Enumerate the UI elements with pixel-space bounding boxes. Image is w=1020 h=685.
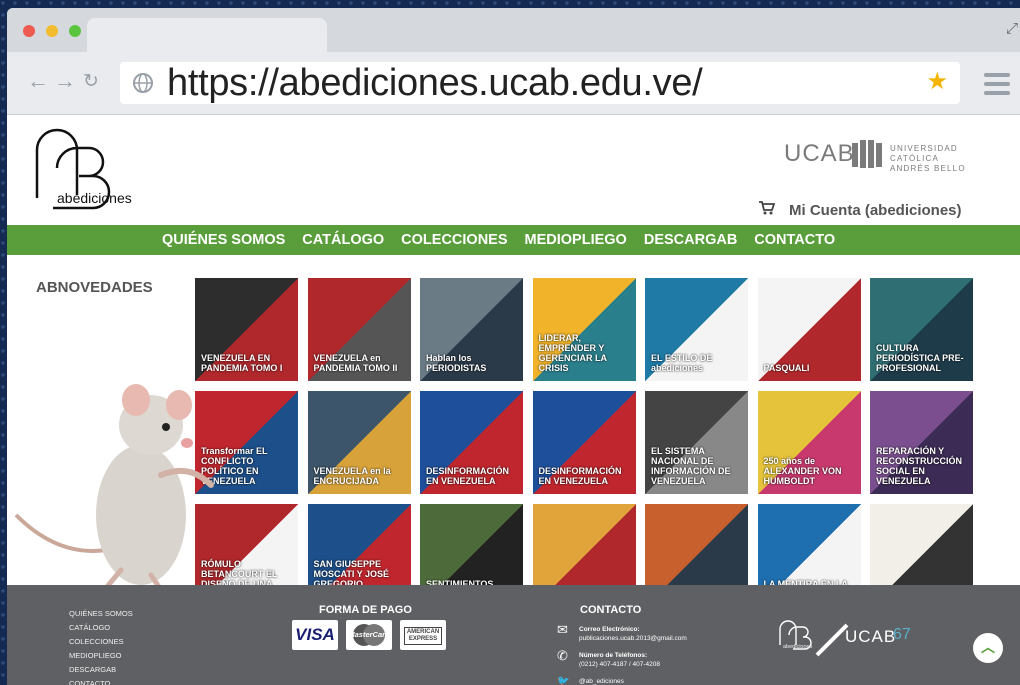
section-title: ABNOVEDADES [36,279,153,296]
nav-item-colecciones[interactable]: COLECCIONES [401,225,507,255]
phone-icon: ✆ [557,648,568,663]
logo-wordmark: abediciones [57,190,132,206]
amex-text: AMERICAN EXPRESS [404,627,442,645]
footer-67-text: 67 [893,626,911,643]
nav-item-contacto[interactable]: CONTACTO [754,225,835,255]
url-text[interactable]: https://abediciones.ucab.edu.ve/ [167,62,703,104]
bookmark-star-icon[interactable]: ★ [926,67,948,96]
ucab-logo[interactable]: UCAB UNIVERSIDAD CATÓLICA ANDRÉS BELLO [762,137,1002,174]
logo-ab-text: ab [57,190,73,206]
phone-label: Número de Teléfonos: [579,652,648,659]
cart-icon[interactable] [759,201,775,215]
reload-icon[interactable]: ↻ [83,70,99,93]
book-cover[interactable]: DESINFORMACIÓN EN VENEZUELA [420,391,523,494]
nav-item-descargab[interactable]: DESCARGAB [644,225,737,255]
web-page: abediciones UCAB UNIVERSIDAD CATÓLICA AND… [7,115,1020,685]
payment-title: FORMA DE PAGO [319,604,412,616]
tab-bar: ⤢ [7,8,1020,52]
twitter-handle[interactable]: @ab_ediciones [579,677,624,685]
book-cover-title: LIDERAR, EMPRENDER Y GERENCIAR LA CRISIS [538,333,607,373]
footer-link[interactable]: QUIÉNES SOMOS [69,607,133,621]
twitter-icon: 🐦 [557,676,570,685]
book-cover[interactable]: DESINFORMACIÓN EN VENEZUELA [532,391,636,494]
book-cover-title: EL ESTILO DE abediciones [651,353,713,373]
minimize-window-button[interactable] [46,25,58,37]
browser-tab[interactable] [87,18,327,52]
book-cover-title: 250 años de ALEXANDER VON HUMBOLDT [763,456,842,486]
book-cover-title: DESINFORMACIÓN EN VENEZUELA [426,466,509,486]
mastercard-card: MasterCard [346,620,392,650]
book-cover[interactable]: REPARACIÓN Y RECONSTRUCCIÓN SOCIAL EN VE… [870,391,973,494]
close-window-button[interactable] [23,25,35,37]
footer-ucab-text: UCAB [845,627,897,646]
browser-menu-icon[interactable] [984,73,1010,100]
book-cover-title: CULTURA PERIODÍSTICA PRE-PROFESIONAL [876,343,964,373]
phone-value: (0212) 407-4187 / 407-4208 [579,661,660,668]
address-bar[interactable]: https://abediciones.ucab.edu.ve/ ★ [120,62,960,104]
footer: QUIÉNES SOMOS CATÁLOGO COLECCIONES MEDIOPLI… [7,585,1020,685]
email-value[interactable]: publicaciones.ucab.2013@gmail.com [579,635,687,642]
logo-ediciones-text: ediciones [72,190,132,206]
nav-item-qui-nes-somos[interactable]: QUIÉNES SOMOS [162,225,285,255]
footer-logos: abediciones UCAB 67 [777,617,917,657]
visa-card: VISA [292,620,338,650]
ucab-columns-icon [852,140,882,168]
ucab-wordmark: UCAB [784,140,855,167]
nav-items: QUIÉNES SOMOS CATÁLOGO COLECCIONES MEDIOPLI… [162,225,835,255]
book-cover-title: REPARACIÓN Y RECONSTRUCCIÓN SOCIAL EN VE… [876,446,963,486]
email-label: Correo Electrónico: [579,626,640,633]
book-cover[interactable]: EL SISTEMA NACIONAL DE INFORMACIÓN DE VE… [645,391,748,494]
fullscreen-icon[interactable]: ⤢ [1006,20,1018,37]
back-arrow-icon[interactable]: ← [27,68,49,94]
book-cover-title: Hablan los PERIODISTAS [426,353,487,373]
footer-ab-text: abediciones [783,644,813,650]
ucab-line1: UNIVERSIDAD CATÓLICA [890,144,958,163]
book-cover[interactable]: 250 años de ALEXANDER VON HUMBOLDT [757,391,861,494]
book-cover-title: PASQUALI [763,363,810,373]
book-cover-title: EL SISTEMA NACIONAL DE INFORMACIÓN DE VE… [651,446,731,486]
mail-icon: ✉ [557,622,568,637]
ucab-fullname: UNIVERSIDAD CATÓLICA ANDRÉS BELLO [890,144,1002,174]
forward-arrow-icon[interactable]: → [54,68,76,94]
nav-item-mediopliego[interactable]: MEDIOPLIEGO [525,225,627,255]
mouse-illustration [14,384,214,590]
book-cover[interactable]: Hablan los PERIODISTAS [420,278,523,381]
back-to-top-button[interactable]: ︿ [973,633,1003,663]
nav-item-cat-logo[interactable]: CATÁLOGO [302,225,384,255]
maximize-window-button[interactable] [69,25,81,37]
book-cover-title: VENEZUELA en PANDEMIA TOMO II [313,353,398,373]
book-cover[interactable]: EL ESTILO DE abediciones [645,278,748,381]
footer-links: QUIÉNES SOMOS CATÁLOGO COLECCIONES MEDIOPLI… [69,607,133,685]
footer-link[interactable]: CONTACTO [69,677,133,685]
footer-link[interactable]: MEDIOPLIEGO [69,649,133,663]
book-cover[interactable]: VENEZUELA en la ENCRUCIJADA [307,391,411,494]
book-cover[interactable]: CULTURA PERIODÍSTICA PRE-PROFESIONAL [870,278,973,381]
ucab-line2: ANDRÉS BELLO [890,164,966,173]
browser-toolbar: ← → ↻ https://abediciones.ucab.edu.ve/ ★ [7,52,1020,115]
amex-card: AMERICAN EXPRESS [400,620,446,650]
account-link[interactable]: Mi Cuenta (abediciones) [789,202,962,219]
book-cover-title: VENEZUELA en la ENCRUCIJADA [313,466,391,486]
browser-window: ⤢ ← → ↻ https://abediciones.ucab.edu.ve/… [7,8,1020,685]
main-nav: QUIÉNES SOMOS CATÁLOGO COLECCIONES MEDIOPLI… [7,225,1020,255]
book-cover-title: DESINFORMACIÓN EN VENEZUELA [538,466,622,486]
footer-link[interactable]: DESCARGAB [69,663,133,677]
mastercard-text: MasterCard [348,630,390,639]
book-cover[interactable]: VENEZUELA en PANDEMIA TOMO II [307,278,411,381]
contact-title: CONTACTO [580,604,642,616]
globe-icon [133,73,153,93]
footer-link[interactable]: CATÁLOGO [69,621,133,635]
book-cover[interactable]: PASQUALI [757,278,861,381]
footer-link[interactable]: COLECCIONES [69,635,133,649]
book-cover[interactable]: LIDERAR, EMPRENDER Y GERENCIAR LA CRISIS [532,278,636,381]
